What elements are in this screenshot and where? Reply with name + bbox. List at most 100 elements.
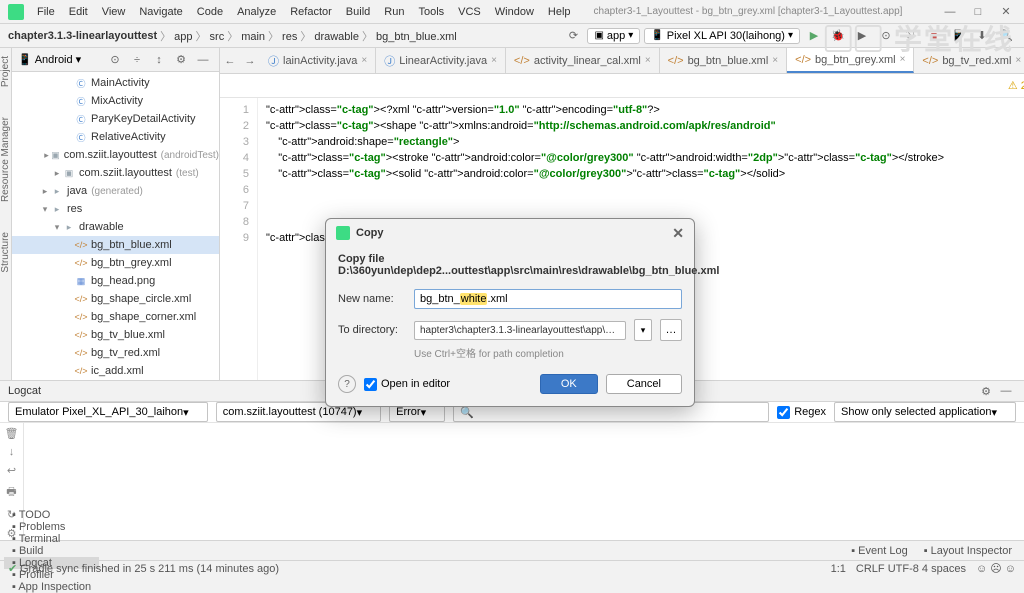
tree-node[interactable]: ⒸRelativeActivity bbox=[12, 128, 219, 146]
logcat-scroll-icon[interactable]: ↓ bbox=[9, 446, 15, 458]
breadcrumb-part[interactable]: app bbox=[174, 31, 192, 43]
menu-code[interactable]: Code bbox=[190, 6, 230, 18]
device-selector[interactable]: 📱 Pixel XL API 30(laihong) ▾ bbox=[644, 28, 800, 44]
rail-resource-manager[interactable]: Resource Manager bbox=[0, 117, 11, 202]
tree-node[interactable]: ▸▣com.sziit.layouttest(test) bbox=[12, 164, 219, 182]
rail-structure[interactable]: Structure bbox=[0, 232, 11, 273]
menu-file[interactable]: File bbox=[30, 6, 62, 18]
sdk-icon[interactable]: ⬇ bbox=[972, 26, 992, 46]
cancel-button[interactable]: Cancel bbox=[606, 374, 682, 394]
ok-button[interactable]: OK bbox=[540, 374, 598, 394]
project-tree[interactable]: ⒸMainActivityⒸMixActivityⒸParyKeyDetailA… bbox=[12, 72, 219, 380]
status-encoding[interactable]: CRLF UTF-8 4 spaces bbox=[856, 563, 966, 575]
avd-icon[interactable]: 📱 bbox=[948, 26, 968, 46]
tab-close-icon[interactable]: × bbox=[491, 55, 497, 66]
logcat-output[interactable] bbox=[24, 423, 1024, 540]
tree-node[interactable]: </>bg_tv_blue.xml bbox=[12, 326, 219, 344]
tree-node[interactable]: ▸▸java(generated) bbox=[12, 182, 219, 200]
browse-button[interactable]: … bbox=[660, 319, 682, 341]
breadcrumb-part[interactable]: src bbox=[210, 31, 225, 43]
breadcrumb-part[interactable]: drawable bbox=[314, 31, 359, 43]
tool-tab-build[interactable]: ▪ Build bbox=[4, 545, 99, 557]
tab-next-icon[interactable]: → bbox=[240, 51, 260, 71]
minimize-icon[interactable]: — bbox=[940, 2, 960, 22]
directory-history-icon[interactable]: ▾ bbox=[634, 319, 652, 341]
tree-node[interactable]: ▦bg_head.png bbox=[12, 272, 219, 290]
tree-node[interactable]: ▾▸res bbox=[12, 200, 219, 218]
tab-close-icon[interactable]: × bbox=[900, 54, 906, 65]
close-icon[interactable]: ✕ bbox=[996, 2, 1016, 22]
tree-node[interactable]: </>bg_btn_blue.xml bbox=[12, 236, 219, 254]
editor-tab[interactable]: </>activity_linear_cal.xml× bbox=[506, 48, 660, 73]
menu-navigate[interactable]: Navigate bbox=[132, 6, 189, 18]
logcat-device-selector[interactable]: Emulator Pixel_XL_API_30_laihon ▾ bbox=[8, 402, 208, 422]
to-directory-input[interactable]: hapter3\chapter3.1.3-linearlayouttest\ap… bbox=[414, 321, 626, 340]
dialog-close-icon[interactable]: ✕ bbox=[672, 225, 684, 242]
hide-icon[interactable]: — bbox=[193, 50, 213, 70]
logcat-filter-selector[interactable]: Show only selected application ▾ bbox=[834, 402, 1016, 422]
breadcrumb-part[interactable]: res bbox=[282, 31, 297, 43]
menu-analyze[interactable]: Analyze bbox=[230, 6, 283, 18]
tree-node[interactable]: </>bg_shape_circle.xml bbox=[12, 290, 219, 308]
menu-tools[interactable]: Tools bbox=[411, 6, 451, 18]
rail-project[interactable]: Project bbox=[0, 56, 11, 87]
menu-view[interactable]: View bbox=[95, 6, 133, 18]
tab-close-icon[interactable]: × bbox=[645, 55, 651, 66]
logcat-regex-checkbox[interactable]: Regex bbox=[777, 406, 826, 419]
tree-node[interactable]: </>bg_shape_corner.xml bbox=[12, 308, 219, 326]
tab-close-icon[interactable]: × bbox=[1015, 55, 1021, 66]
sync-icon[interactable]: ⟳ bbox=[563, 26, 583, 46]
search-icon[interactable]: 🔍 bbox=[996, 26, 1016, 46]
breadcrumb-root[interactable]: chapter3.1.3-linearlayouttest bbox=[8, 30, 157, 42]
tree-node[interactable]: ⒸParyKeyDetailActivity bbox=[12, 110, 219, 128]
editor-tab[interactable]: ⒿlainActivity.java× bbox=[260, 48, 376, 73]
collapse-icon[interactable]: ↕ bbox=[149, 50, 169, 70]
menu-vcs[interactable]: VCS bbox=[451, 6, 488, 18]
run-icon[interactable]: ▶ bbox=[804, 26, 824, 46]
select-opened-icon[interactable]: ⊙ bbox=[105, 50, 125, 70]
tool-tab-app-inspection[interactable]: ▪ App Inspection bbox=[4, 581, 99, 593]
tree-node[interactable]: ▸▣com.sziit.layouttest(androidTest) bbox=[12, 146, 219, 164]
tree-node[interactable]: ▾▸drawable bbox=[12, 218, 219, 236]
menu-edit[interactable]: Edit bbox=[62, 6, 95, 18]
tool-tab-layout-inspector[interactable]: ▪ Layout Inspector bbox=[916, 545, 1020, 557]
tree-node[interactable]: </>bg_btn_grey.xml bbox=[12, 254, 219, 272]
profile-icon[interactable]: ⊙ bbox=[876, 26, 896, 46]
panel-gear-icon[interactable]: ⚙ bbox=[976, 381, 996, 401]
tree-node[interactable]: </>ic_add.xml bbox=[12, 362, 219, 380]
warning-widget[interactable]: ⚠ 2 ∧ ∨ bbox=[1008, 79, 1024, 92]
editor-tab[interactable]: ⒿLinearActivity.java× bbox=[376, 48, 506, 73]
menu-refactor[interactable]: Refactor bbox=[283, 6, 339, 18]
logcat-wrap-icon[interactable]: ↩ bbox=[7, 464, 16, 477]
maximize-icon[interactable]: □ bbox=[968, 2, 988, 22]
tool-tab-problems[interactable]: ▪ Problems bbox=[4, 521, 99, 533]
new-name-input[interactable]: bg_btn_white.xml bbox=[414, 289, 682, 309]
tab-close-icon[interactable]: × bbox=[772, 55, 778, 66]
menu-window[interactable]: Window bbox=[488, 6, 541, 18]
expand-icon[interactable]: ÷ bbox=[127, 50, 147, 70]
tree-node[interactable]: ⒸMixActivity bbox=[12, 92, 219, 110]
tab-close-icon[interactable]: × bbox=[361, 55, 367, 66]
run-config-selector[interactable]: ▣ app ▾ bbox=[587, 28, 640, 44]
coverage-icon[interactable]: ▶ bbox=[852, 26, 872, 46]
project-view-selector[interactable]: 📱 Android ▾ bbox=[18, 53, 81, 66]
tool-tab-event-log[interactable]: ▪ Event Log bbox=[843, 545, 916, 557]
tab-prev-icon[interactable]: ← bbox=[220, 51, 240, 71]
menu-run[interactable]: Run bbox=[377, 6, 411, 18]
gear-icon[interactable]: ⚙ bbox=[171, 50, 191, 70]
logcat-clear-icon[interactable]: 🗑 bbox=[5, 427, 19, 440]
debug-icon[interactable]: 🐞 bbox=[828, 26, 848, 46]
breadcrumb-part[interactable]: main bbox=[241, 31, 265, 43]
attach-icon[interactable]: ⎋ bbox=[900, 26, 920, 46]
editor-tab[interactable]: </>bg_tv_red.xml× bbox=[914, 48, 1024, 73]
tree-node[interactable]: ⒸMainActivity bbox=[12, 74, 219, 92]
stop-icon[interactable]: ■ bbox=[924, 26, 944, 46]
tree-node[interactable]: </>bg_tv_red.xml bbox=[12, 344, 219, 362]
editor-tab[interactable]: </>bg_btn_grey.xml× bbox=[787, 48, 914, 73]
tool-tab-terminal[interactable]: ▪ Terminal bbox=[4, 533, 99, 545]
editor-tab[interactable]: </>bg_btn_blue.xml× bbox=[660, 48, 787, 73]
breadcrumb-part[interactable]: bg_btn_blue.xml bbox=[376, 31, 457, 43]
menu-help[interactable]: Help bbox=[541, 6, 578, 18]
status-position[interactable]: 1:1 bbox=[831, 563, 846, 575]
open-in-editor-checkbox[interactable]: Open in editor bbox=[364, 378, 450, 391]
